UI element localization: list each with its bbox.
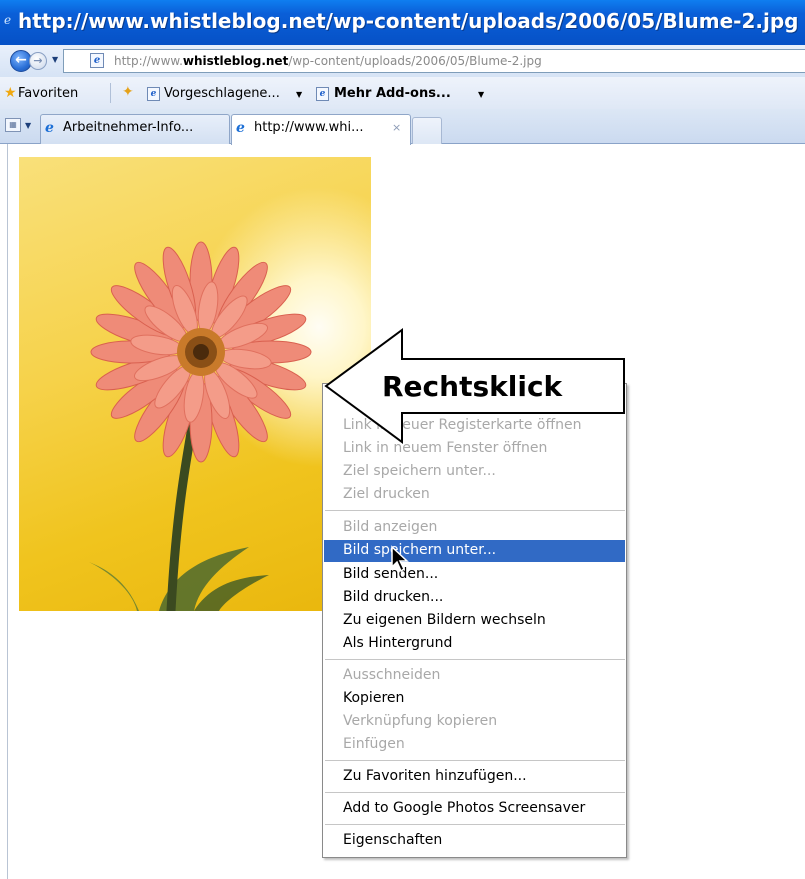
forward-button[interactable]: → — [29, 52, 47, 70]
url-domain: whistleblog.net — [182, 54, 289, 68]
window-title: http://www.whistleblog.net/wp-content/up… — [18, 9, 805, 33]
favorites-star-icon[interactable]: ★ — [4, 85, 17, 101]
page-icon: e — [90, 53, 104, 68]
mouse-pointer-icon — [391, 545, 409, 573]
ie-tab-icon: e — [45, 120, 54, 136]
content-border — [7, 144, 8, 879]
menu-item-add-to-favorites[interactable]: Zu Favoriten hinzufügen... — [343, 768, 527, 784]
chevron-down-icon[interactable]: ▼ — [296, 90, 302, 99]
close-tab-icon[interactable]: × — [392, 121, 401, 134]
tab-list-dropdown-icon[interactable]: ▼ — [25, 121, 31, 130]
favorites-button[interactable]: Favoriten — [18, 86, 78, 101]
flower-illustration — [89, 241, 312, 611]
menu-item-save-picture-as[interactable]: Bild speichern unter... — [343, 542, 496, 558]
menu-separator — [325, 792, 625, 793]
chevron-down-icon[interactable]: ▼ — [478, 90, 484, 99]
ie-page-icon: e — [147, 87, 160, 101]
history-dropdown-icon[interactable]: ▼ — [52, 55, 58, 64]
menu-separator — [325, 824, 625, 825]
menu-item-print-target[interactable]: Ziel drucken — [343, 486, 430, 502]
url-path: /wp-content/uploads/2006/05/Blume-2.jpg — [288, 54, 542, 68]
menu-separator — [325, 760, 625, 761]
callout-label: Rechtsklick — [382, 370, 563, 403]
favorites-item-addons[interactable]: Mehr Add-ons... — [334, 86, 451, 101]
menu-item-google-photos-screensaver[interactable]: Add to Google Photos Screensaver — [343, 800, 585, 816]
quick-tabs-icon[interactable]: ▦ — [5, 118, 21, 132]
ie-tab-icon: e — [236, 120, 245, 136]
menu-separator — [325, 510, 625, 511]
menu-item-print-picture[interactable]: Bild drucken... — [343, 589, 443, 605]
menu-item-go-to-my-pictures[interactable]: Zu eigenen Bildern wechseln — [343, 612, 546, 628]
favorites-separator — [110, 83, 111, 103]
window-titlebar[interactable]: e http://www.whistleblog.net/wp-content/… — [0, 0, 805, 45]
new-tab-button[interactable] — [412, 117, 442, 144]
menu-item-copy[interactable]: Kopieren — [343, 690, 404, 706]
menu-item-cut[interactable]: Ausschneiden — [343, 667, 440, 683]
ie-page-icon: e — [316, 87, 329, 101]
address-url[interactable]: http://www.whistleblog.net/wp-content/up… — [114, 54, 542, 68]
menu-item-set-as-background[interactable]: Als Hintergrund — [343, 635, 452, 651]
tab-arbeitnehmer-info[interactable]: e Arbeitnehmer-Info... — [40, 114, 230, 144]
menu-item-save-target-as[interactable]: Ziel speichern unter... — [343, 463, 496, 479]
tab-label: Arbeitnehmer-Info... — [63, 120, 194, 135]
menu-item-paste[interactable]: Einfügen — [343, 736, 405, 752]
flower-image[interactable] — [19, 157, 371, 611]
add-to-favorites-bar-icon[interactable]: ✦ — [122, 84, 134, 100]
favorites-item-suggested[interactable]: Vorgeschlagene... — [164, 86, 280, 101]
context-menu: Link in neuer Registerkarte öffnen Link … — [322, 383, 627, 858]
menu-item-show-picture[interactable]: Bild anzeigen — [343, 519, 437, 535]
menu-item-properties[interactable]: Eigenschaften — [343, 832, 442, 848]
tab-label: http://www.whi... — [254, 120, 364, 135]
menu-item-copy-shortcut[interactable]: Verknüpfung kopieren — [343, 713, 497, 729]
url-prefix: http://www. — [114, 54, 183, 68]
tab-current-image[interactable]: e http://www.whi... × — [231, 114, 411, 145]
ie-logo-icon: e — [4, 13, 12, 27]
menu-separator — [325, 659, 625, 660]
